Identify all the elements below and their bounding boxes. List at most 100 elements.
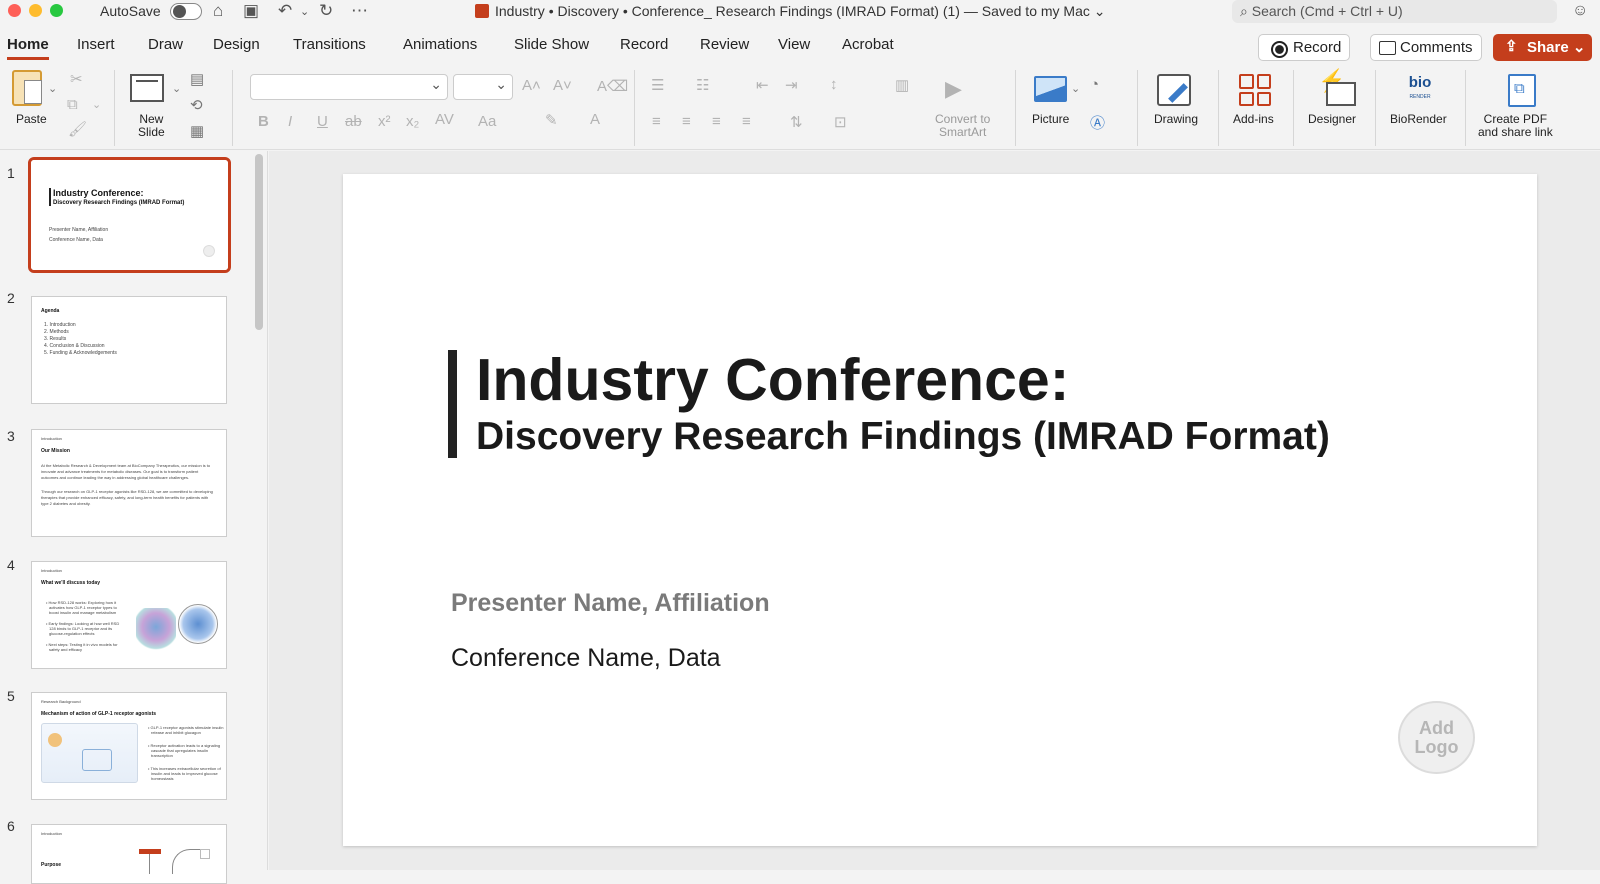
reset-icon[interactable]: ⟲ <box>190 96 203 114</box>
text-box-icon[interactable]: Ⓐ <box>1090 112 1105 133</box>
increase-indent-icon[interactable]: ⇥ <box>785 76 798 94</box>
cut-icon[interactable]: ✂ <box>70 70 83 88</box>
layout-icon[interactable]: ▤ <box>190 70 204 88</box>
tab-insert[interactable]: Insert <box>77 36 115 53</box>
biorender-label[interactable]: BioRender <box>1390 113 1447 126</box>
slide-number: 1 <box>7 165 15 181</box>
decrease-indent-icon[interactable]: ⇤ <box>756 76 769 94</box>
underline-icon[interactable]: U <box>317 113 328 130</box>
convert-smartart-label[interactable]: Convert to SmartArt <box>935 113 990 139</box>
new-slide-label[interactable]: New Slide <box>138 113 165 139</box>
align-left-icon[interactable]: ≡ <box>652 113 661 130</box>
redo-icon[interactable]: ↻ <box>319 1 333 21</box>
tab-review[interactable]: Review <box>700 36 749 53</box>
tab-acrobat[interactable]: Acrobat <box>842 36 894 53</box>
account-icon[interactable]: ☺ <box>1572 2 1588 20</box>
create-pdf-label[interactable]: Create PDF and share link <box>1478 113 1553 139</box>
increase-font-icon[interactable]: A˄ <box>522 77 541 94</box>
designer-label[interactable]: Designer <box>1308 113 1356 126</box>
italic-icon[interactable]: I <box>288 113 292 130</box>
paste-label[interactable]: Paste <box>16 113 47 126</box>
tab-home[interactable]: Home <box>7 36 49 60</box>
conference-text[interactable]: Conference Name, Data <box>451 644 721 673</box>
search-input[interactable]: ⌕ Search (Cmd + Ctrl + U) <box>1232 0 1557 23</box>
text-direction-icon[interactable]: ⇅ <box>790 113 803 131</box>
clear-formatting-icon[interactable]: A⌫ <box>597 77 628 95</box>
align-text-icon[interactable]: ⊡ <box>834 113 847 131</box>
bold-icon[interactable]: B <box>258 113 269 130</box>
font-color-icon[interactable]: A <box>590 111 600 128</box>
close-window-button[interactable] <box>8 4 21 17</box>
comments-button[interactable]: Comments <box>1370 34 1482 61</box>
share-button[interactable]: Share ⌄ <box>1493 34 1592 61</box>
shapes-icon[interactable]: ◔ <box>1090 76 1099 93</box>
add-ins-label[interactable]: Add-ins <box>1233 113 1274 126</box>
highlight-icon[interactable]: ✎ <box>545 111 558 129</box>
align-right-icon[interactable]: ≡ <box>712 113 721 130</box>
tab-slide-show[interactable]: Slide Show <box>514 36 589 53</box>
drawing-icon[interactable] <box>1157 74 1191 106</box>
bullets-icon[interactable]: ☰ <box>651 76 664 94</box>
picture-icon[interactable] <box>1034 76 1067 102</box>
thumb-title: What we'll discuss today <box>41 580 100 586</box>
section-icon[interactable]: ▦ <box>190 122 204 140</box>
slide-thumbnail-5[interactable]: Research Background Mechanism of action … <box>31 692 227 800</box>
smartart-icon[interactable]: ▶ <box>945 76 962 102</box>
add-logo-placeholder[interactable]: Add Logo <box>1398 701 1475 774</box>
picture-label[interactable]: Picture <box>1032 113 1069 126</box>
numbering-icon[interactable]: ☷ <box>696 76 709 94</box>
zoom-window-button[interactable] <box>50 4 63 17</box>
document-title[interactable]: Industry • Discovery • Conference_ Resea… <box>475 3 1106 20</box>
font-family-select[interactable] <box>250 74 448 100</box>
slide-thumbnail-3[interactable]: Introduction Our Mission At the Metaboli… <box>31 429 227 537</box>
align-center-icon[interactable]: ≡ <box>682 113 691 130</box>
superscript-icon[interactable]: x² <box>378 113 391 130</box>
strikethrough-icon[interactable]: ab <box>345 113 362 130</box>
save-icon[interactable]: ▣ <box>243 1 259 21</box>
tab-view[interactable]: View <box>778 36 810 53</box>
tab-transitions[interactable]: Transitions <box>293 36 366 53</box>
undo-dropdown-icon[interactable]: ⌄ <box>300 5 309 18</box>
slide-canvas[interactable]: Industry Conference: Discovery Research … <box>343 174 1537 846</box>
picture-dropdown-icon[interactable]: ⌄ <box>1071 82 1080 95</box>
decrease-font-icon[interactable]: A˅ <box>553 77 572 94</box>
create-pdf-icon[interactable] <box>1508 74 1536 107</box>
tab-draw[interactable]: Draw <box>148 36 183 53</box>
slide-thumbnail-4[interactable]: Introduction What we'll discuss today • … <box>31 561 227 669</box>
new-slide-dropdown-icon[interactable]: ⌄ <box>172 82 181 95</box>
paste-dropdown-icon[interactable]: ⌄ <box>48 82 57 95</box>
copy-dropdown-icon[interactable]: ⌄ <box>92 98 101 111</box>
paste-icon[interactable] <box>12 70 42 106</box>
copy-icon[interactable]: ⧉ <box>67 96 78 113</box>
presenter-text[interactable]: Presenter Name, Affiliation <box>451 589 770 618</box>
minimize-window-button[interactable] <box>29 4 42 17</box>
change-case-icon[interactable]: Aa <box>478 113 496 130</box>
drawing-label[interactable]: Drawing <box>1154 113 1198 126</box>
diagram-element <box>82 749 112 771</box>
justify-icon[interactable]: ≡ <box>742 113 751 130</box>
home-icon[interactable]: ⌂ <box>213 1 223 21</box>
more-icon[interactable]: ⋯ <box>351 1 368 21</box>
record-button[interactable]: Record <box>1258 34 1350 61</box>
thumbnail-scrollbar[interactable] <box>255 154 263 330</box>
slide-thumbnail-1[interactable]: Industry Conference: Discovery Research … <box>28 157 231 273</box>
undo-icon[interactable]: ↶ <box>278 1 292 21</box>
slide-thumbnail-2[interactable]: Agenda 1. Introduction 2. Methods 3. Res… <box>31 296 227 404</box>
subscript-icon[interactable]: x₂ <box>406 113 419 130</box>
slide-title[interactable]: Industry Conference: <box>476 346 1069 414</box>
autosave-toggle[interactable] <box>170 3 202 20</box>
tab-record[interactable]: Record <box>620 36 668 53</box>
new-slide-icon[interactable] <box>130 74 164 102</box>
line-spacing-icon[interactable]: ↕ <box>830 76 838 93</box>
tab-design[interactable]: Design <box>213 36 260 53</box>
biorender-icon[interactable]: bio RENDER <box>1403 75 1437 104</box>
designer-icon[interactable] <box>1318 68 1356 106</box>
columns-icon[interactable]: ▥ <box>895 76 909 94</box>
add-ins-icon[interactable] <box>1239 74 1271 106</box>
slide-thumbnail-6[interactable]: Introduction Purpose <box>31 824 227 884</box>
tab-animations[interactable]: Animations <box>403 36 477 53</box>
character-spacing-icon[interactable]: AV <box>435 111 454 128</box>
font-size-select[interactable] <box>453 74 513 100</box>
slide-subtitle[interactable]: Discovery Research Findings (IMRAD Forma… <box>476 415 1330 459</box>
format-painter-icon[interactable]: 🖌 <box>68 120 87 138</box>
